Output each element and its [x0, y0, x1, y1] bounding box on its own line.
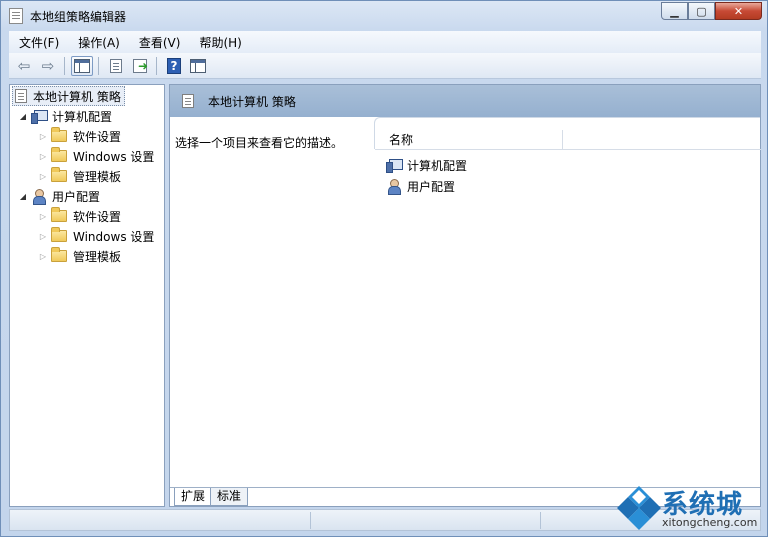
tree-node-computer-windows-settings[interactable]: ▷ Windows 设置 — [38, 146, 154, 166]
folder-icon — [51, 207, 67, 222]
watermark-url: xitongcheng.com — [662, 516, 758, 529]
collapse-triangle-icon[interactable]: ◢ — [18, 112, 28, 121]
watermark-logo-icon — [617, 486, 661, 530]
status-cell — [540, 512, 541, 529]
folder-icon — [51, 167, 67, 182]
app-icon — [9, 8, 23, 24]
tree-node-user-admin-templates[interactable]: ▷ 管理模板 — [38, 246, 121, 266]
title-bar[interactable]: 本地组策略编辑器 ▁ ▢ ✕ — [1, 1, 767, 31]
mmc-window: 本地组策略编辑器 ▁ ▢ ✕ 文件(F) 操作(A) 查看(V) 帮助(H) ⇦… — [0, 0, 768, 537]
details-header-title: 本地计算机 策略 — [208, 94, 296, 109]
back-button[interactable]: ⇦ — [13, 56, 35, 76]
help-icon: ? — [167, 57, 181, 74]
toolbar-separator — [98, 56, 99, 75]
console-tree[interactable]: 本地计算机 策略 ◢ 计算机配置 ▷ 软件设置 ▷ Windows 设置 ▷ 管… — [9, 84, 165, 507]
expand-triangle-icon[interactable]: ▷ — [38, 212, 48, 221]
expand-triangle-icon[interactable]: ▷ — [38, 252, 48, 261]
menu-file[interactable]: 文件(F) — [9, 34, 68, 51]
list-item-user-config[interactable]: 用户配置 — [386, 176, 455, 196]
toolbar-separator — [64, 56, 65, 75]
tree-node-user-software-settings[interactable]: ▷ 软件设置 — [38, 206, 121, 226]
expand-triangle-icon[interactable]: ▷ — [38, 172, 48, 181]
list-item-label: 计算机配置 — [407, 158, 468, 173]
show-hide-action-pane-button[interactable] — [187, 56, 209, 76]
tree-node-label: Windows 设置 — [73, 229, 155, 244]
folder-icon — [51, 247, 67, 262]
minimize-icon: ▁ — [670, 4, 679, 18]
help-button[interactable]: ? — [163, 56, 185, 76]
tree-node-label: 软件设置 — [73, 209, 122, 224]
folder-icon — [51, 227, 67, 242]
tree-root-label: 本地计算机 策略 — [33, 89, 121, 104]
back-arrow-icon: ⇦ — [17, 56, 31, 75]
status-cell — [310, 512, 311, 529]
tree-node-label: Windows 设置 — [73, 149, 155, 164]
menu-help[interactable]: 帮助(H) — [189, 34, 250, 51]
details-header: 本地计算机 策略 — [170, 85, 760, 117]
tree-node-label: 软件设置 — [73, 129, 122, 144]
tree-node-computer-config[interactable]: ◢ 计算机配置 — [18, 106, 112, 126]
expand-triangle-icon[interactable]: ▷ — [38, 132, 48, 141]
maximize-icon: ▢ — [696, 4, 707, 18]
collapse-triangle-icon[interactable]: ◢ — [18, 192, 28, 201]
tree-node-label: 用户配置 — [52, 189, 101, 204]
forward-arrow-icon: ⇨ — [41, 56, 55, 75]
menu-view[interactable]: 查看(V) — [129, 34, 190, 51]
folder-icon — [51, 127, 67, 142]
list-item-computer-config[interactable]: 计算机配置 — [386, 155, 467, 175]
show-hide-tree-icon — [74, 58, 90, 73]
window-controls: ▁ ▢ ✕ — [661, 2, 762, 20]
tab-standard[interactable]: 标准 — [210, 488, 249, 506]
close-icon: ✕ — [733, 4, 744, 18]
maximize-button[interactable]: ▢ — [688, 2, 715, 20]
menu-action[interactable]: 操作(A) — [68, 34, 129, 51]
tree-node-label: 计算机配置 — [52, 109, 113, 124]
folder-icon — [51, 147, 67, 162]
show-hide-action-pane-icon — [190, 58, 206, 73]
tree-node-user-config[interactable]: ◢ 用户配置 — [18, 186, 100, 206]
show-hide-tree-button[interactable] — [71, 55, 93, 76]
expand-triangle-icon[interactable]: ▷ — [38, 232, 48, 241]
properties-button[interactable] — [105, 56, 127, 76]
user-icon — [31, 189, 47, 205]
user-icon — [386, 179, 402, 195]
tree-node-label: 管理模板 — [73, 169, 122, 184]
policy-document-icon — [182, 94, 194, 108]
export-list-icon — [133, 58, 148, 73]
tab-extended[interactable]: 扩展 — [174, 488, 213, 506]
item-description: 选择一个项目来查看它的描述。 — [175, 136, 344, 150]
tree-node-computer-software-settings[interactable]: ▷ 软件设置 — [38, 126, 121, 146]
toolbar-separator — [156, 56, 157, 75]
watermark: 系统城 xitongcheng.com — [612, 482, 768, 537]
window-title: 本地组策略编辑器 — [30, 10, 127, 24]
expand-triangle-icon[interactable]: ▷ — [38, 152, 48, 161]
details-pane: 本地计算机 策略 选择一个项目来查看它的描述。 名称 计算机配置 用户配置 扩展… — [169, 84, 761, 507]
computer-icon — [31, 109, 48, 124]
tree-root-local-computer-policy[interactable]: 本地计算机 策略 — [12, 86, 125, 106]
list-item-label: 用户配置 — [407, 179, 456, 194]
details-list[interactable]: 名称 计算机配置 用户配置 — [374, 117, 761, 487]
toolbar: ⇦ ⇨ ? — [9, 53, 761, 79]
tree-node-computer-admin-templates[interactable]: ▷ 管理模板 — [38, 166, 121, 186]
forward-button[interactable]: ⇨ — [37, 56, 59, 76]
tree-node-label: 管理模板 — [73, 249, 122, 264]
minimize-button[interactable]: ▁ — [661, 2, 688, 20]
policy-document-icon — [15, 89, 27, 103]
close-button[interactable]: ✕ — [715, 2, 762, 20]
list-header: 名称 — [374, 117, 761, 150]
computer-icon — [386, 158, 403, 173]
properties-icon — [110, 58, 122, 73]
export-list-button[interactable] — [129, 56, 151, 76]
column-header-empty — [563, 130, 761, 150]
tree-node-user-windows-settings[interactable]: ▷ Windows 设置 — [38, 226, 154, 246]
menu-bar: 文件(F) 操作(A) 查看(V) 帮助(H) — [9, 31, 761, 53]
column-header-name[interactable]: 名称 — [375, 130, 563, 150]
